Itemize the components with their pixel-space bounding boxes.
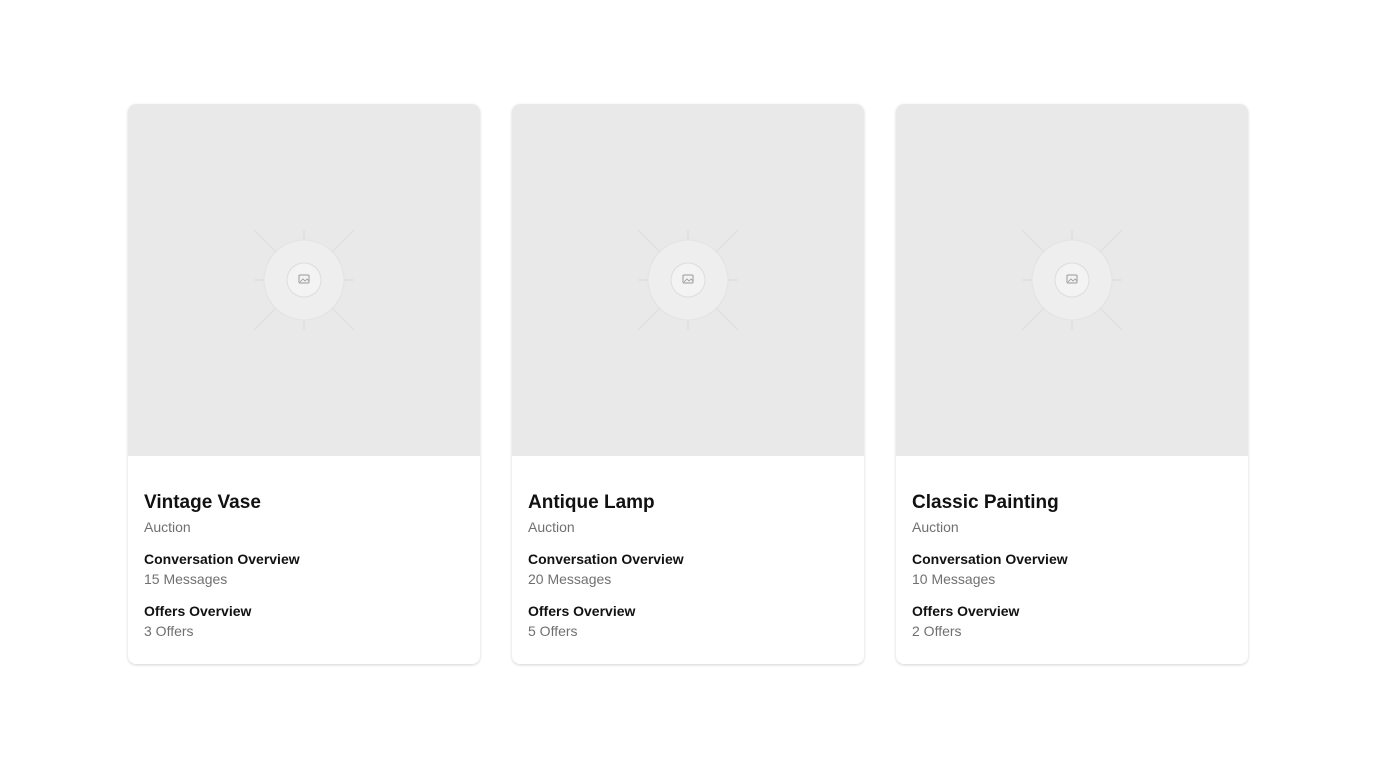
- offers-overview: Offers Overview 2 Offers: [912, 602, 1232, 640]
- listing-title: Antique Lamp: [528, 492, 655, 513]
- listing-image-placeholder: [512, 104, 864, 456]
- offers-count: 2 Offers: [912, 623, 962, 639]
- offers-overview-label: Offers Overview: [144, 603, 252, 619]
- conversation-overview-label: Conversation Overview: [144, 551, 300, 567]
- offers-count: 5 Offers: [528, 623, 578, 639]
- offers-count: 3 Offers: [144, 623, 194, 639]
- listing-title: Vintage Vase: [144, 492, 261, 513]
- offers-overview-label: Offers Overview: [912, 603, 1020, 619]
- listing-card[interactable]: Antique Lamp Auction Conversation Overvi…: [512, 104, 864, 664]
- listing-card[interactable]: Vintage Vase Auction Conversation Overvi…: [128, 104, 480, 664]
- listing-card[interactable]: Classic Painting Auction Conversation Ov…: [896, 104, 1248, 664]
- listing-type: Auction: [528, 519, 575, 535]
- offers-overview: Offers Overview 5 Offers: [528, 602, 848, 640]
- conversation-overview-label: Conversation Overview: [528, 551, 684, 567]
- image-placeholder-icon: [1021, 229, 1123, 331]
- offers-overview: Offers Overview 3 Offers: [144, 602, 464, 640]
- conversation-count: 10 Messages: [912, 571, 996, 587]
- listing-image-placeholder: [896, 104, 1248, 456]
- listing-title: Classic Painting: [912, 492, 1059, 513]
- conversation-overview: Conversation Overview 15 Messages: [144, 550, 464, 588]
- listing-grid: Vintage Vase Auction Conversation Overvi…: [128, 104, 1248, 664]
- conversation-count: 15 Messages: [144, 571, 228, 587]
- listing-image-placeholder: [128, 104, 480, 456]
- conversation-count: 20 Messages: [528, 571, 612, 587]
- conversation-overview: Conversation Overview 10 Messages: [912, 550, 1232, 588]
- listing-type: Auction: [144, 519, 191, 535]
- listing-type: Auction: [912, 519, 959, 535]
- image-placeholder-icon: [637, 229, 739, 331]
- image-placeholder-icon: [253, 229, 355, 331]
- conversation-overview-label: Conversation Overview: [912, 551, 1068, 567]
- conversation-overview: Conversation Overview 20 Messages: [528, 550, 848, 588]
- offers-overview-label: Offers Overview: [528, 603, 636, 619]
